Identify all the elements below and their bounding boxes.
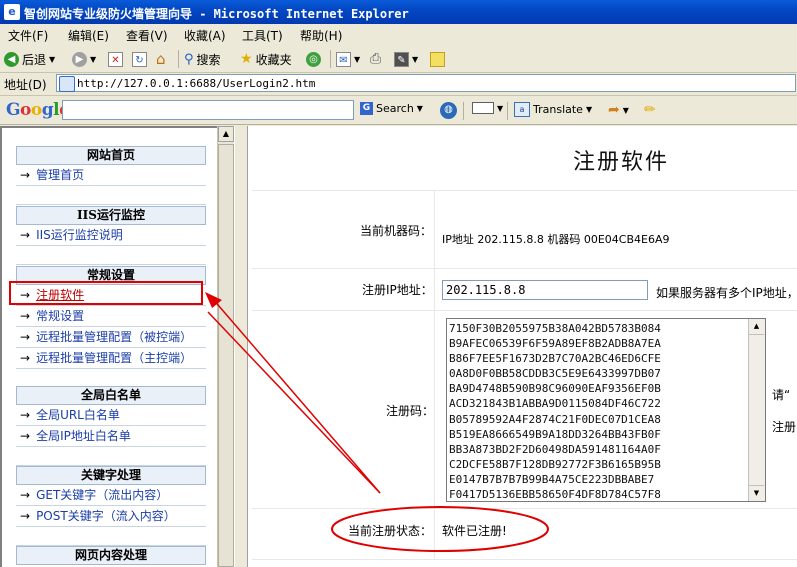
annotation-arrow-line-upper — [211, 297, 381, 494]
annotation-overlay — [9, 281, 549, 552]
status-highlight-ellipse — [331, 506, 549, 552]
highlight-rect — [9, 281, 203, 305]
annotation-arrow-line-lower — [207, 311, 381, 494]
